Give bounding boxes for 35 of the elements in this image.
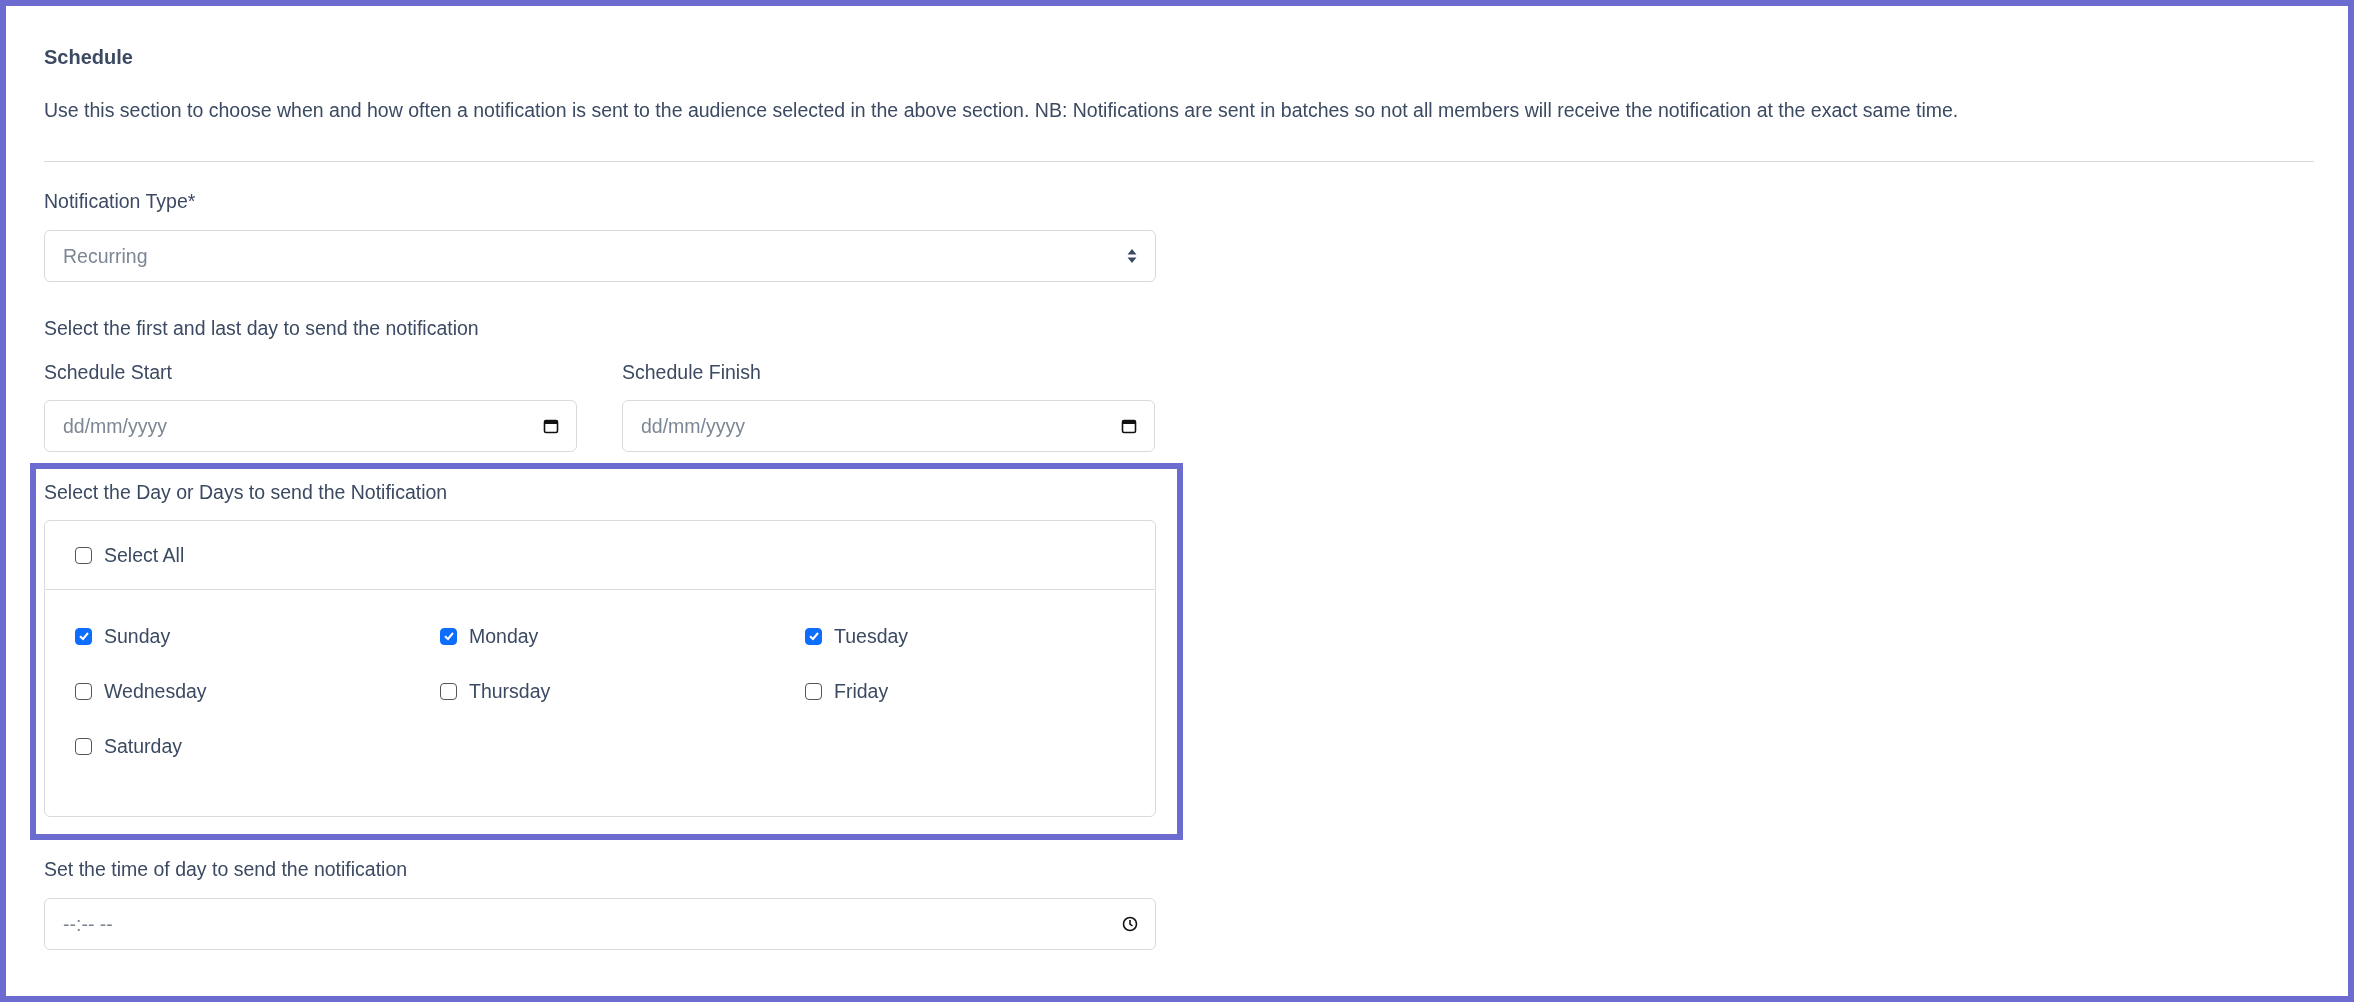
- checkbox[interactable]: [75, 627, 92, 645]
- checkmark-icon: [442, 630, 455, 642]
- checkmark-icon: [77, 630, 90, 642]
- checkbox[interactable]: [75, 546, 92, 564]
- section-description: Use this section to choose when and how often a notification is sent to the audience selected in the above section. NB: Notifications are sent in batches so not all members will receive the notification at the exact same time.: [44, 98, 1960, 123]
- checkbox[interactable]: [440, 682, 457, 700]
- field-label: Set the time of day to send the notification: [44, 857, 408, 882]
- notification-type-select[interactable]: Recurring: [44, 230, 1156, 282]
- field-label: Select the first and last day to send the notification: [44, 316, 479, 341]
- field-label: Schedule Finish: [622, 360, 761, 385]
- field-label: Select the Day or Days to send the Notification: [44, 480, 448, 505]
- option-label: Tuesday: [834, 624, 909, 648]
- checkbox[interactable]: [805, 682, 822, 700]
- option-label: Wednesday: [104, 679, 207, 703]
- sort-caret-icon: [1127, 248, 1137, 264]
- time-field[interactable]: --:-- --: [44, 898, 1156, 950]
- date-field[interactable]: dd/mm/yyyy: [622, 400, 1155, 452]
- checkbox[interactable]: [75, 682, 92, 700]
- section-title: Schedule: [44, 45, 134, 70]
- checkbox[interactable]: [805, 627, 822, 645]
- option-label: Monday: [469, 624, 539, 648]
- field-label: Schedule Start: [44, 360, 172, 385]
- option-label: Saturday: [104, 734, 183, 758]
- option-label: Select All: [104, 543, 185, 567]
- calendar-icon[interactable]: [543, 418, 559, 434]
- clock-icon[interactable]: [1122, 916, 1138, 932]
- option-label: Sunday: [104, 624, 171, 648]
- date-field[interactable]: dd/mm/yyyy: [44, 400, 577, 452]
- checkbox[interactable]: [75, 737, 92, 755]
- field-label: Notification Type*: [44, 189, 196, 214]
- option-label: Friday: [834, 679, 889, 703]
- checkmark-icon: [807, 630, 820, 642]
- checkbox[interactable]: [440, 627, 457, 645]
- calendar-icon[interactable]: [1121, 418, 1137, 434]
- option-label: Thursday: [469, 679, 551, 703]
